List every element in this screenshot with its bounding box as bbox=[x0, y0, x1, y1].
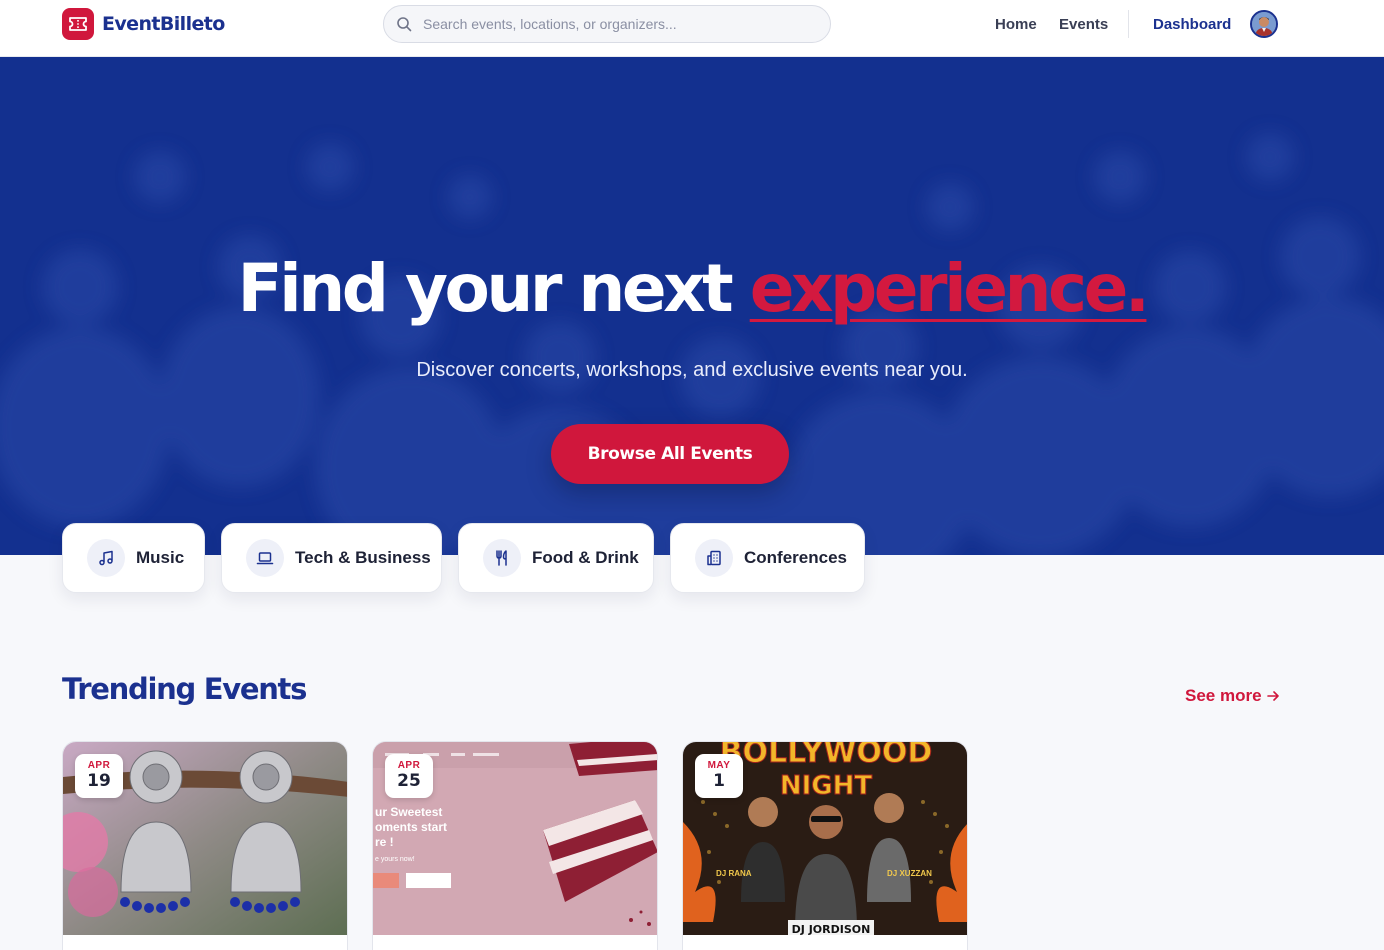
hero-title-accent: experience. bbox=[749, 250, 1150, 327]
search-bar bbox=[383, 5, 831, 43]
ticket-icon bbox=[62, 8, 94, 40]
category-tech-business[interactable]: Tech & Business bbox=[221, 523, 442, 593]
cake-headline-line1: ur Sweetest bbox=[375, 805, 442, 819]
event-month: APR bbox=[397, 760, 421, 771]
poster-dj-bottom: DJ JORDISON bbox=[792, 923, 871, 935]
user-avatar[interactable] bbox=[1250, 10, 1278, 38]
event-day: 1 bbox=[713, 771, 725, 791]
category-label: Food & Drink bbox=[532, 548, 639, 567]
event-day: 19 bbox=[87, 771, 111, 791]
event-date-badge: APR 19 bbox=[75, 754, 123, 798]
browse-all-events-button[interactable]: Browse All Events bbox=[551, 424, 789, 484]
event-card[interactable]: BOLLYWOOD NIGHT DJ RANA DJ XUZZAN DJ JOR… bbox=[682, 741, 968, 950]
poster-headline-2: NIGHT bbox=[780, 771, 873, 801]
search-icon bbox=[397, 17, 412, 32]
cake-tagline: e yours now! bbox=[375, 856, 415, 863]
category-label: Conferences bbox=[744, 548, 847, 567]
nav-events-link[interactable]: Events bbox=[1059, 16, 1108, 33]
search-input[interactable] bbox=[423, 16, 813, 32]
category-conferences[interactable]: Conferences bbox=[670, 523, 865, 593]
cake-headline-line2: oments start bbox=[375, 820, 447, 834]
see-more-link[interactable]: See more bbox=[1185, 686, 1280, 706]
cake-headline-line3: re ! bbox=[375, 835, 394, 849]
event-month: APR bbox=[87, 760, 111, 771]
nav-home-link[interactable]: Home bbox=[995, 16, 1037, 33]
hero-title-main: Find your next bbox=[237, 250, 750, 327]
poster-headline: BOLLYWOOD bbox=[720, 742, 933, 770]
event-day: 25 bbox=[397, 771, 421, 791]
utensils-icon bbox=[483, 539, 521, 577]
event-card[interactable]: APR 19 bbox=[62, 741, 348, 950]
hero-subtitle: Discover concerts, workshops, and exclus… bbox=[416, 359, 968, 381]
category-label: Music bbox=[136, 548, 185, 567]
category-food-drink[interactable]: Food & Drink bbox=[458, 523, 654, 593]
event-date-badge: MAY 1 bbox=[695, 754, 743, 798]
brand-name: EventBilleto bbox=[102, 13, 225, 35]
event-month: MAY bbox=[707, 760, 731, 771]
category-label: Tech & Business bbox=[295, 548, 431, 567]
laptop-icon bbox=[246, 539, 284, 577]
music-note-icon bbox=[87, 539, 125, 577]
arrow-right-icon bbox=[1266, 691, 1279, 701]
top-navbar: EventBilleto Home Events Dashboard bbox=[0, 0, 1384, 57]
poster-dj-right: DJ XUZZAN bbox=[887, 869, 932, 878]
see-more-label: See more bbox=[1185, 686, 1262, 705]
hero-section: Find your next experience. Discover conc… bbox=[0, 57, 1384, 555]
building-icon bbox=[695, 539, 733, 577]
nav-dashboard-link[interactable]: Dashboard bbox=[1153, 16, 1231, 33]
trending-events-title: Trending Events bbox=[62, 672, 307, 706]
nav-divider bbox=[1128, 10, 1129, 38]
hero-title: Find your next experience. bbox=[0, 250, 1384, 327]
category-music[interactable]: Music bbox=[62, 523, 205, 593]
event-date-badge: APR 25 bbox=[385, 754, 433, 798]
brand-link[interactable]: EventBilleto bbox=[62, 8, 225, 40]
poster-dj-left: DJ RANA bbox=[716, 869, 752, 878]
event-card[interactable]: ur Sweetest oments start re ! e yours no… bbox=[372, 741, 658, 950]
